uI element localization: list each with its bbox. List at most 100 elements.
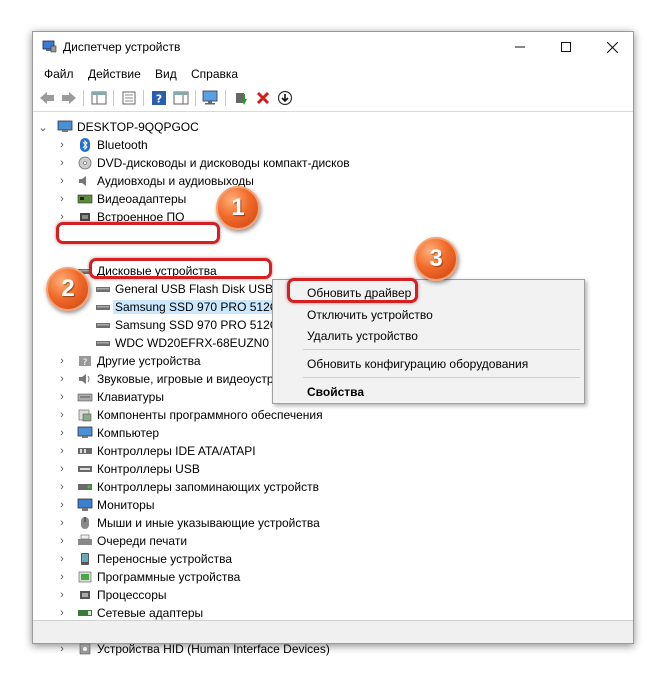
- update-driver-toolbar-button[interactable]: [231, 88, 251, 108]
- menu-view[interactable]: Вид: [155, 67, 177, 81]
- disk-device-label: Samsung SSD 970 PRO 512GB: [113, 300, 290, 314]
- scan-monitor-icon: [202, 90, 218, 105]
- disk-device-label: Samsung SSD 970 PRO 512GB: [115, 318, 288, 332]
- expand-chevron[interactable]: ›: [57, 388, 67, 406]
- menu-separator: [303, 377, 580, 378]
- forward-button[interactable]: [59, 88, 79, 108]
- action-pane-button[interactable]: [171, 88, 191, 108]
- tree-category[interactable]: Компоненты программного обеспечения: [77, 406, 323, 424]
- tree-category[interactable]: Контроллеры запоминающих устройств: [77, 478, 319, 496]
- storage-controller-icon: [78, 484, 92, 490]
- highlight-update-driver: [287, 278, 418, 303]
- expand-chevron[interactable]: ›: [57, 370, 67, 388]
- expand-chevron[interactable]: ›: [57, 352, 67, 370]
- expand-chevron[interactable]: ›: [57, 568, 67, 586]
- menu-properties[interactable]: Свойства: [307, 385, 364, 399]
- network-adapter-icon: [78, 610, 92, 616]
- tree-category-label: Контроллеры запоминающих устройств: [97, 480, 319, 494]
- properties-toolbar-button[interactable]: [119, 88, 139, 108]
- processor-icon: [80, 591, 90, 599]
- computer-icon: [57, 120, 73, 132]
- menu-bar: Файл Действие Вид Справка: [33, 64, 633, 84]
- bluetooth-icon: [80, 138, 90, 152]
- uninstall-toolbar-button[interactable]: [253, 88, 273, 108]
- title-bar[interactable]: Диспетчер устройств: [33, 32, 633, 62]
- disable-device-toolbar-button[interactable]: [275, 88, 295, 108]
- status-bar: [33, 620, 633, 643]
- close-icon: [606, 41, 618, 53]
- expand-chevron[interactable]: ›: [57, 496, 67, 514]
- menu-action[interactable]: Действие: [88, 67, 141, 81]
- printer-icon: [78, 534, 92, 545]
- svg-text:?: ?: [83, 358, 88, 368]
- tree-category-label: Bluetooth: [97, 138, 148, 152]
- menu-uninstall-device[interactable]: Удалить устройство: [307, 329, 418, 343]
- tree-category[interactable]: DVD-дисководы и дисководы компакт-дисков: [77, 154, 350, 172]
- tree-category[interactable]: Контроллеры USB: [77, 460, 200, 478]
- expand-chevron[interactable]: ›: [57, 136, 67, 154]
- expand-chevron[interactable]: ›: [57, 424, 67, 442]
- disk-device-row[interactable]: Samsung SSD 970 PRO 512GB: [95, 316, 287, 334]
- menu-file[interactable]: Файл: [44, 67, 74, 81]
- tree-category[interactable]: Процессоры: [77, 586, 167, 604]
- expand-chevron[interactable]: ›: [57, 478, 67, 496]
- menu-scan-hardware[interactable]: Обновить конфигурацию оборудования: [307, 357, 528, 371]
- mouse-icon: [81, 517, 89, 529]
- tree-category-label: Аудиовходы и аудиовыходы: [97, 174, 254, 188]
- expand-chevron[interactable]: ›: [57, 190, 67, 208]
- tree-category[interactable]: Bluetooth: [77, 136, 148, 154]
- scan-hardware-button[interactable]: [201, 88, 221, 108]
- show-hide-console-tree-button[interactable]: [89, 88, 109, 108]
- toolbar-separator: [225, 90, 226, 106]
- tree-category-label: Сетевые адаптеры: [97, 606, 204, 620]
- toolbar: ?: [33, 85, 633, 112]
- expand-chevron[interactable]: ›: [57, 442, 67, 460]
- tree-category-label: Мониторы: [97, 498, 155, 512]
- tree-category[interactable]: Программные устройства: [77, 568, 240, 586]
- tree-category-label: Переносные устройства: [97, 552, 233, 566]
- tree-category[interactable]: Очереди печати: [77, 532, 187, 550]
- back-button[interactable]: [37, 88, 57, 108]
- tree-category[interactable]: Видеоадаптеры: [77, 190, 186, 208]
- collapse-chevron[interactable]: ⌄: [38, 118, 48, 136]
- tree-category-label: Другие устройства: [97, 354, 201, 368]
- tree-category[interactable]: Мыши и иные указывающие устройства: [77, 514, 320, 532]
- software-device-icon: [78, 571, 92, 583]
- tree-category[interactable]: Мониторы: [77, 496, 154, 514]
- expand-chevron[interactable]: ›: [57, 532, 67, 550]
- expand-chevron[interactable]: ›: [57, 550, 67, 568]
- tree-category[interactable]: Клавиатуры: [77, 388, 164, 406]
- expand-chevron[interactable]: ›: [57, 514, 67, 532]
- svg-text:?: ?: [156, 93, 162, 106]
- disk-drive-icon: [96, 287, 110, 292]
- disk-device-row[interactable]: WDC WD20EFRX-68EUZN0: [95, 334, 269, 352]
- tree-category[interactable]: ? Другие устройства: [77, 352, 201, 370]
- maximize-button[interactable]: [543, 32, 589, 62]
- tree-category[interactable]: Контроллеры IDE ATA/ATAPI: [77, 442, 256, 460]
- step-badge-3: 3: [414, 237, 458, 281]
- minimize-button[interactable]: [497, 32, 543, 62]
- tree-category-label: Компоненты программного обеспечения: [97, 408, 323, 422]
- arrow-left-icon: [40, 92, 54, 104]
- arrow-right-icon: [62, 92, 76, 104]
- tree-category-label: Устройства HID (Human Interface Devices): [97, 642, 330, 656]
- computer-icon: [77, 426, 93, 438]
- ide-controller-icon: [78, 448, 92, 454]
- tree-root[interactable]: DESKTOP-9QQPGOC: [57, 118, 199, 136]
- tree-category-label: Программные устройства: [97, 570, 241, 584]
- expand-chevron[interactable]: ›: [57, 154, 67, 172]
- expand-chevron[interactable]: ›: [57, 172, 67, 190]
- menu-help[interactable]: Справка: [191, 67, 238, 81]
- disk-device-row[interactable]: Samsung SSD 970 PRO 512GB: [95, 298, 290, 316]
- minimize-icon: [515, 46, 525, 48]
- update-driver-icon: [236, 93, 247, 105]
- help-toolbar-button[interactable]: ?: [149, 88, 169, 108]
- expand-chevron[interactable]: ›: [57, 586, 67, 604]
- tree-category[interactable]: Компьютер: [77, 424, 159, 442]
- menu-disable-device[interactable]: Отключить устройство: [307, 308, 433, 322]
- expand-chevron[interactable]: ›: [57, 406, 67, 424]
- expand-chevron[interactable]: ›: [57, 460, 67, 478]
- help-icon: ?: [152, 91, 166, 106]
- tree-category[interactable]: Переносные устройства: [77, 550, 232, 568]
- close-button[interactable]: [589, 32, 635, 62]
